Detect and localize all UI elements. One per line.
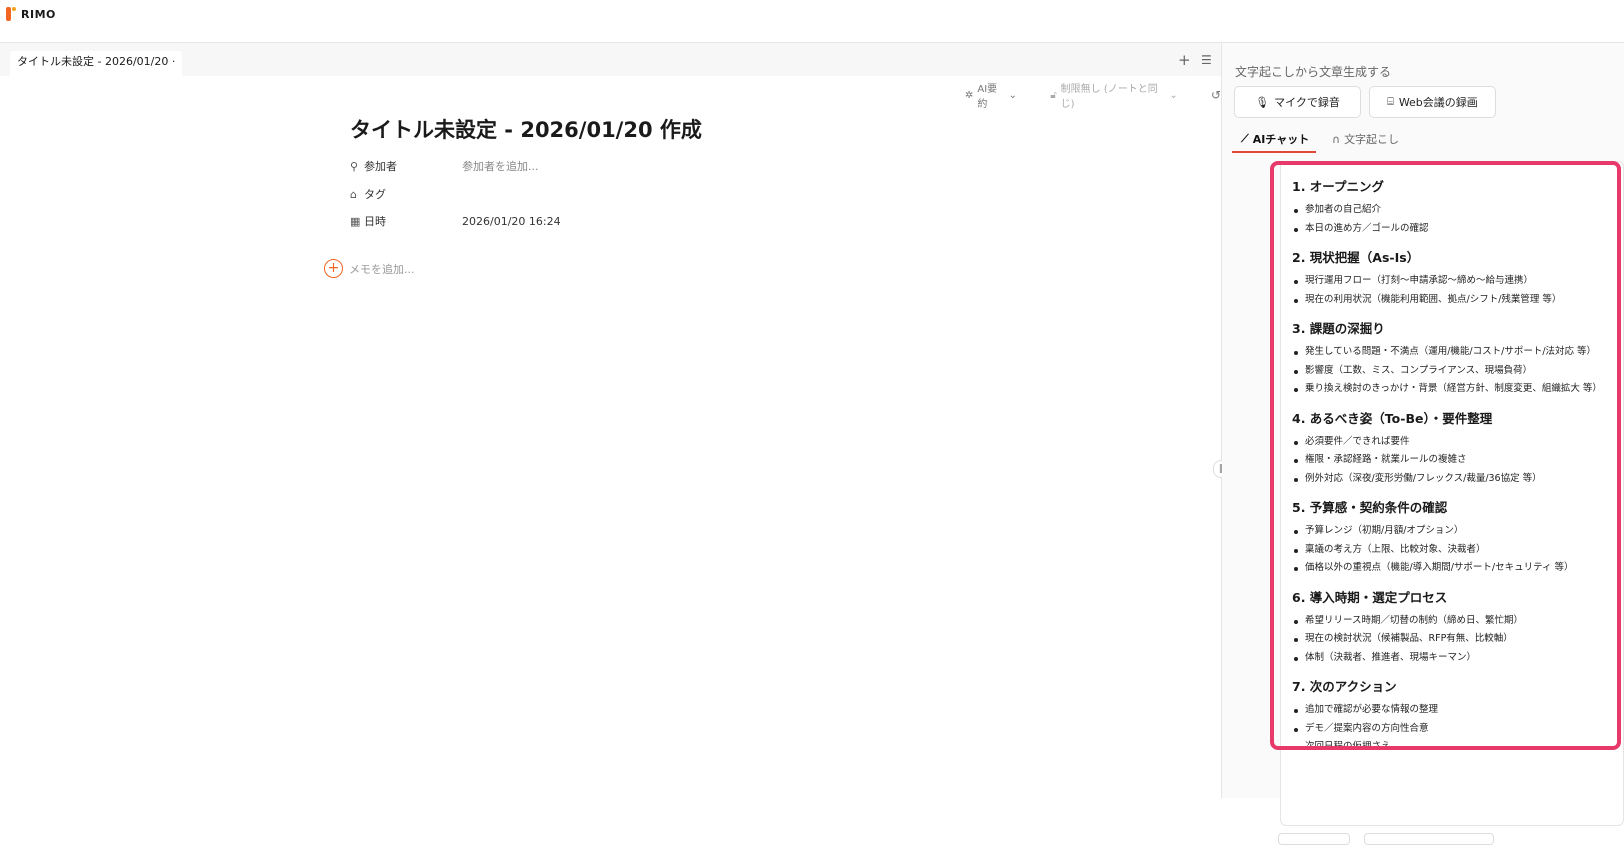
top-bar: RIMO [0, 0, 1624, 43]
permission-label: 制限無し (ノートと同じ) [1060, 84, 1158, 110]
person-icon: ⚲ [350, 159, 359, 173]
note-toolbar: ✲ AI要約 ⌄ 🔓︎ 制限無し (ノートと同じ) ⌄ ↺ [965, 80, 1221, 110]
plus-icon[interactable]: + [1178, 51, 1191, 69]
tag-label[interactable]: タグ [364, 186, 462, 202]
tab-transcript[interactable]: ∩ 文字起こし [1332, 131, 1399, 147]
list-icon[interactable]: ☰ [1201, 53, 1212, 67]
ai-summary-dropdown[interactable]: ✲ AI要約 ⌄ [965, 80, 1017, 110]
highlight-box [1270, 161, 1621, 750]
mic-record-label: マイクで録音 [1274, 96, 1340, 109]
participants-label: 参加者 [364, 160, 397, 173]
tab-bar: タイトル未設定 - 2026/01/20 · + ☰ [0, 43, 1221, 76]
tag-icon: ⌂ [350, 187, 357, 201]
add-circle-icon: + [324, 259, 343, 278]
tab-ai-chat[interactable]: ⟋ AIチャット [1241, 131, 1309, 147]
editor-area: タイトル未設定 - 2026/01/20 · + ☰ ✲ AI要約 ⌄ 🔓︎ 制… [0, 43, 1221, 798]
tab-transcript-label: 文字起こし [1344, 133, 1400, 146]
calendar-icon: ▦ [350, 214, 361, 228]
web-meeting-label: Web会議の録画 [1398, 96, 1478, 109]
mic-record-button[interactable]: 🎙︎ マイクで録音 [1234, 86, 1361, 118]
app-logo[interactable]: RIMO [6, 7, 56, 21]
add-memo[interactable]: + メモを追加... [324, 259, 415, 278]
active-tab-indicator [1232, 151, 1316, 153]
participants-row: ⚲ 参加者 参加者を追加... [350, 158, 539, 174]
datetime-value[interactable]: 2026/01/20 16:24 [462, 215, 561, 228]
datetime-row: ▦ 日時 2026/01/20 16:24 [350, 213, 561, 229]
logo-text: RIMO [21, 7, 56, 21]
tab-ai-chat-label: AIチャット [1252, 133, 1310, 146]
sparkle-icon: ✲ [965, 89, 974, 101]
headphones-icon: ∩ [1332, 132, 1341, 146]
ai-summary-label: AI要約 [977, 84, 998, 110]
web-meeting-record-button[interactable]: ⌸ Web会議の録画 [1369, 86, 1496, 118]
rimo-logo-icon [6, 7, 16, 21]
magic-wand-icon: ⟋ [1241, 132, 1249, 145]
robot-icon: ⌸ [1387, 95, 1394, 108]
permission-dropdown[interactable]: 🔓︎ 制限無し (ノートと同じ) ⌄ [1050, 80, 1178, 110]
participants-input[interactable]: 参加者を追加... [462, 158, 539, 174]
action-chip[interactable] [1278, 833, 1350, 845]
history-icon[interactable]: ↺ [1211, 88, 1221, 102]
tag-row: ⌂ タグ [350, 186, 462, 202]
chevron-down-icon: ⌄ [1008, 89, 1018, 101]
memo-placeholder: メモを追加... [349, 262, 415, 276]
lock-icon: 🔓︎ [1050, 89, 1057, 101]
action-chip[interactable] [1364, 833, 1494, 845]
page-title[interactable]: タイトル未設定 - 2026/01/20 作成 [350, 114, 702, 144]
panel-tabs: ⟋ AIチャット ∩ 文字起こし [1227, 125, 1624, 155]
datetime-label: 日時 [364, 215, 386, 228]
generate-label: 文字起こしから文章生成する [1235, 65, 1392, 79]
chevron-down-icon: ⌄ [1169, 89, 1178, 101]
microphone-icon: 🎙︎ [1255, 95, 1270, 109]
tab-note[interactable]: タイトル未設定 - 2026/01/20 · [10, 51, 183, 76]
